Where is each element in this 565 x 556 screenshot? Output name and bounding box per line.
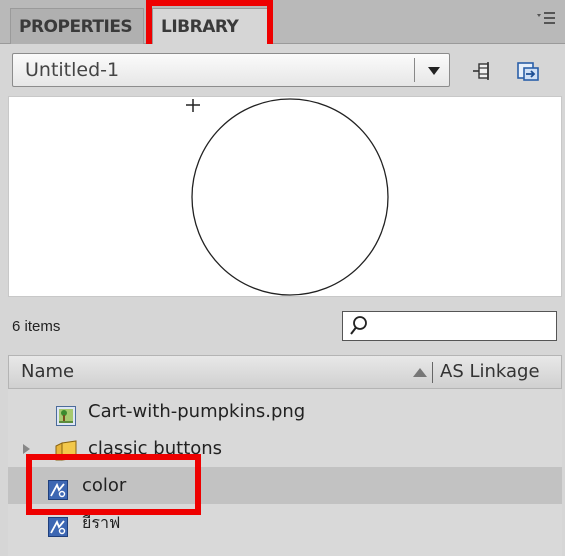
- expand-arrow-icon[interactable]: [23, 444, 30, 454]
- pin-library-icon[interactable]: [472, 60, 494, 82]
- dropdown-arrow-icon: [428, 67, 440, 75]
- graphic-symbol-icon: [48, 513, 68, 537]
- color-item-highlight: [26, 454, 201, 515]
- library-list-header: Name AS Linkage: [8, 355, 562, 389]
- item-count: 6 items: [12, 318, 61, 335]
- preview-circle: [186, 98, 389, 296]
- bitmap-icon: [56, 402, 76, 426]
- panel-tab-bar: PROPERTIES LIBRARY: [0, 0, 565, 45]
- search-icon: [349, 315, 369, 337]
- list-item[interactable]: Cart-with-pumpkins.png: [8, 393, 562, 430]
- sort-ascending-icon[interactable]: [413, 368, 427, 377]
- document-select[interactable]: Untitled-1: [12, 53, 450, 87]
- library-count-row: 6 items: [0, 298, 565, 350]
- new-library-panel-icon[interactable]: [516, 59, 540, 83]
- document-select-value: Untitled-1: [25, 59, 120, 81]
- document-selector-row: Untitled-1: [0, 44, 565, 96]
- column-header-as-linkage[interactable]: AS Linkage: [440, 356, 540, 388]
- symbol-preview: [8, 96, 562, 297]
- list-item-label: Cart-with-pumpkins.png: [88, 401, 306, 422]
- panel-menu-icon[interactable]: [535, 10, 557, 30]
- search-input[interactable]: [342, 311, 557, 341]
- tab-properties[interactable]: PROPERTIES: [10, 8, 144, 44]
- column-header-name[interactable]: Name: [21, 356, 74, 388]
